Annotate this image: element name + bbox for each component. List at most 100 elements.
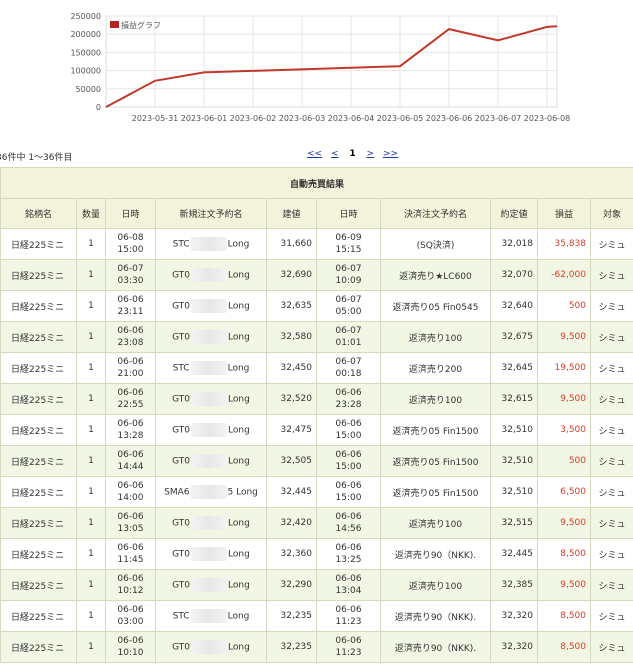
cell-close-order: 返済売り100: [380, 321, 491, 353]
redacted-blur: [191, 330, 228, 344]
cell-qty: 1: [76, 538, 106, 570]
cell-close-datetime: 06-07 01:01: [316, 321, 381, 353]
first-page-link[interactable]: <<: [307, 149, 322, 159]
x-tick-label: 2023-06-03: [279, 114, 326, 123]
cell-qty: 1: [76, 569, 106, 601]
cell-symbol: 日経225ミニ: [0, 507, 77, 539]
cell-open-order: GT0 Long: [155, 631, 267, 663]
y-tick-label: 200000: [70, 30, 101, 39]
redacted-blur: [190, 237, 227, 251]
table-row: 日経225ミニ 1 06-08 15:00 STC Long 31,660 06-09 15:1…: [0, 228, 633, 260]
order-name-suffix: Long: [227, 239, 250, 250]
cell-pnl: 9,500: [537, 321, 591, 353]
open-date: 06-06: [117, 326, 144, 336]
cell-close-order: 返済売り90（NKK).: [380, 631, 491, 663]
header-pnl: 損益: [537, 198, 591, 229]
cell-qty: 1: [76, 383, 106, 415]
order-name-suffix: Long: [228, 332, 250, 343]
cell-qty: 1: [76, 259, 106, 291]
cell-target: シミュ: [589, 445, 633, 477]
cell-symbol: 日経225ミニ: [0, 290, 77, 322]
y-tick-label: 100000: [70, 67, 101, 76]
close-time: 01:01: [335, 338, 362, 348]
order-name-prefix: STC: [172, 363, 190, 374]
cell-close-datetime: 06-06 15:00: [316, 445, 381, 477]
cell-close-datetime: 06-06 14:56: [316, 507, 381, 539]
last-page-link[interactable]: >>: [383, 149, 398, 159]
open-time: 23:11: [117, 307, 144, 317]
cell-entry: 32,420: [266, 507, 317, 539]
cell-exec: 32,445: [490, 538, 538, 570]
open-date: 06-06: [117, 605, 144, 615]
cell-open-order: GT0 Long: [155, 414, 267, 446]
open-date: 06-06: [117, 388, 144, 398]
open-time: 21:00: [117, 369, 144, 379]
cell-target: シミュ: [589, 228, 633, 260]
redacted-blur: [191, 547, 228, 561]
cell-open-datetime: 06-06 03:00: [105, 600, 156, 632]
table-row: 日経225ミニ 1 06-06 10:10 GT0 Long 32,235 06-06 11:2…: [0, 631, 633, 663]
cell-target: シミュ: [589, 321, 633, 353]
close-date: 06-06: [335, 450, 362, 460]
table-row: 日経225ミニ 1 06-06 13:05 GT0 Long 32,420 06-06 14:5…: [0, 507, 633, 539]
cell-symbol: 日経225ミニ: [0, 569, 77, 601]
cell-close-datetime: 06-06 11:23: [316, 631, 381, 663]
cell-exec: 32,385: [490, 569, 538, 601]
y-tick-label: 0: [96, 103, 101, 112]
header-target: 対象: [589, 198, 633, 229]
cell-close-datetime: 06-06 15:00: [316, 476, 381, 508]
cell-open-datetime: 06-06 23:11: [105, 290, 156, 322]
close-time: 11:23: [335, 617, 362, 627]
open-time: 03:30: [117, 276, 144, 286]
table-row: 日経225ミニ 1 06-06 14:00 SMA6 5 Long 32,445 06-06 1…: [0, 476, 633, 508]
cell-pnl: 9,500: [537, 507, 591, 539]
current-page: 1: [349, 149, 356, 159]
table-row: 日経225ミニ 1 06-06 14:44 GT0 Long 32,505 06-06 15:0…: [0, 445, 633, 477]
x-tick-label: 2023-05-31: [132, 114, 179, 123]
cell-pnl: -62,000: [537, 259, 591, 291]
cell-close-datetime: 06-07 10:09: [316, 259, 381, 291]
redacted-blur: [191, 268, 228, 282]
cell-open-order: GT0 Long: [155, 569, 267, 601]
cell-open-order: GT0 Long: [155, 383, 267, 415]
cell-close-datetime: 06-07 05:00: [316, 290, 381, 322]
cell-pnl: 9,500: [537, 569, 591, 601]
close-time: 00:18: [335, 369, 362, 379]
order-name-suffix: Long: [228, 301, 250, 312]
cell-qty: 1: [76, 228, 106, 260]
next-page-link[interactable]: >: [367, 149, 375, 159]
cell-qty: 1: [76, 476, 106, 508]
order-name-prefix: STC: [172, 239, 190, 250]
close-date: 06-06: [335, 636, 362, 646]
close-date: 06-06: [335, 605, 362, 615]
cell-pnl: 8,500: [537, 538, 591, 570]
cell-symbol: 日経225ミニ: [0, 476, 77, 508]
cell-open-datetime: 06-06 10:12: [105, 569, 156, 601]
open-date: 06-06: [117, 357, 144, 367]
prev-page-link[interactable]: <: [331, 149, 339, 159]
x-tick-label: 2023-06-01: [181, 114, 228, 123]
cell-entry: 32,580: [266, 321, 317, 353]
cell-pnl: 19,500: [537, 352, 591, 384]
header-exec: 約定値: [490, 198, 538, 229]
cell-close-order: 返済売り200: [380, 352, 491, 384]
redacted-blur: [191, 578, 228, 592]
x-tick-label: 2023-06-07: [475, 114, 522, 123]
table-row: 日経225ミニ 1 06-06 10:12 GT0 Long 32,290 06-06 13:0…: [0, 569, 633, 601]
header-close-order: 決済注文予約名: [380, 198, 491, 229]
cell-entry: 32,635: [266, 290, 317, 322]
cell-symbol: 日経225ミニ: [0, 228, 77, 260]
header-entry: 建値: [266, 198, 317, 229]
cell-open-datetime: 06-06 14:44: [105, 445, 156, 477]
close-time: 15:00: [335, 462, 362, 472]
order-name-suffix: Long: [228, 642, 250, 653]
redacted-blur: [191, 299, 228, 313]
close-date: 06-06: [335, 388, 362, 398]
open-time: 22:55: [117, 400, 144, 410]
cell-symbol: 日経225ミニ: [0, 383, 77, 415]
cell-close-order: 返済売り05 Fin0545: [380, 290, 491, 322]
close-time: 14:56: [335, 524, 362, 534]
redacted-blur: [191, 516, 228, 530]
close-date: 06-06: [335, 481, 362, 491]
close-time: 15:15: [335, 245, 362, 255]
